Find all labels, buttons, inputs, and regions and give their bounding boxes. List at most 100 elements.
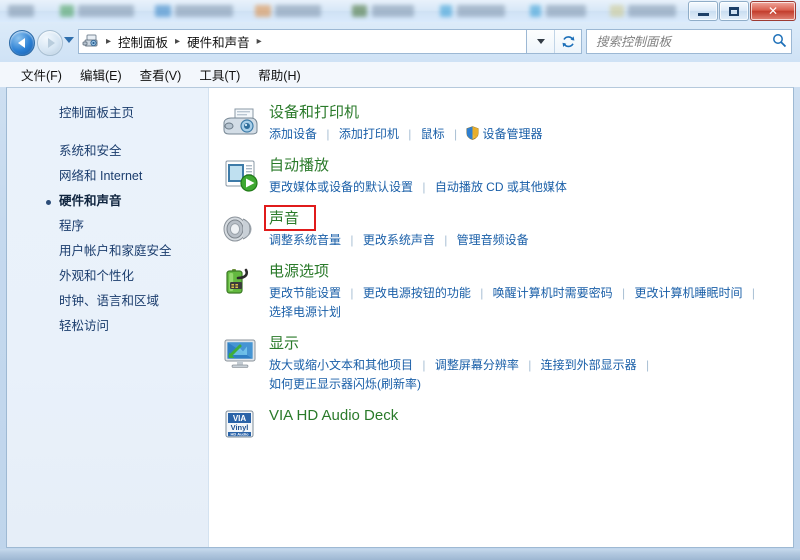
link-make-text-larger-or-smaller[interactable]: 放大或缩小文本和其他项目 (269, 358, 413, 372)
link-change-energy-saving-settings[interactable]: 更改节能设置 (269, 286, 341, 300)
sidebar-item-hardware-and-sound[interactable]: 硬件和声音 (7, 189, 208, 214)
obscured-titlebar-content (530, 5, 541, 17)
history-dropdown-icon[interactable] (64, 37, 74, 43)
control-panel-icon (82, 33, 100, 50)
category-links-sound: 调整系统音量 | 更改系统声音 | 管理音频设备 (269, 231, 529, 250)
link-require-password-on-wakeup[interactable]: 唤醒计算机时需要密码 (493, 286, 613, 300)
sidebar-item-network-and-internet[interactable]: 网络和 Internet (7, 164, 208, 189)
link-play-cds-or-other-media-automatically[interactable]: 自动播放 CD 或其他媒体 (435, 180, 567, 194)
bullet-icon (46, 200, 51, 205)
menu-item-view[interactable]: 查看(V) (131, 62, 191, 87)
sidebar: 控制面板主页 系统和安全 网络和 Internet 硬件和声音 程序 用户帐户和… (7, 88, 209, 547)
category-via-hd-audio-deck: VIA Vinyl HD Audio VIA HD Audio Deck (221, 405, 783, 445)
maximize-button[interactable] (719, 1, 749, 21)
link-change-what-power-buttons-do[interactable]: 更改电源按钮的功能 (363, 286, 471, 300)
category-title-power-options[interactable]: 电源选项 (269, 262, 329, 282)
link-device-manager[interactable]: 设备管理器 (482, 127, 542, 141)
link-adjust-system-volume[interactable]: 调整系统音量 (269, 233, 341, 247)
menu-bar: 文件(F) 编辑(E) 查看(V) 工具(T) 帮助(H) (0, 62, 800, 87)
obscured-titlebar-content (372, 5, 414, 17)
sidebar-item-appearance-and-personalization[interactable]: 外观和个性化 (7, 264, 208, 289)
link-change-when-computer-sleeps[interactable]: 更改计算机睡眠时间 (634, 286, 742, 300)
battery-plug-icon (221, 261, 261, 301)
category-list: 设备和打印机 添加设备 | 添加打印机 | 鼠标 | 设备管理器 自动播放 更改… (209, 88, 793, 547)
sidebar-item-system-and-security[interactable]: 系统和安全 (7, 139, 208, 164)
sound-title-highlight-wrapper: 声音 (264, 205, 316, 231)
category-title-via-hd-audio-deck[interactable]: VIA HD Audio Deck (269, 406, 398, 426)
category-title-devices-and-printers[interactable]: 设备和打印机 (269, 103, 359, 123)
window-bottom-edge (0, 549, 800, 560)
sidebar-item-clock-language-and-region[interactable]: 时钟、语言和区域 (7, 289, 208, 314)
printer-camera-icon (221, 102, 261, 142)
obscured-titlebar-content (155, 5, 171, 17)
link-separator: | (350, 233, 354, 247)
menu-item-tools[interactable]: 工具(T) (190, 62, 249, 87)
breadcrumb-item-hardware-and-sound[interactable]: 硬件和声音 (184, 30, 253, 53)
navigation-bar: ▸ 控制面板 ▸ 硬件和声音 ▸ (0, 22, 800, 62)
category-title-display[interactable]: 显示 (269, 334, 299, 354)
refresh-button[interactable] (555, 30, 581, 53)
via-vinyl-icon: VIA Vinyl HD Audio (221, 405, 261, 445)
link-separator: | (751, 286, 755, 300)
window-controls: ✕ (687, 1, 796, 21)
link-separator: | (454, 127, 458, 141)
obscured-titlebar-content (610, 5, 624, 17)
sidebar-item-ease-of-access[interactable]: 轻松访问 (7, 314, 208, 339)
link-adjust-screen-resolution[interactable]: 调整屏幕分辨率 (435, 358, 519, 372)
link-separator: | (646, 358, 650, 372)
link-separator: | (444, 233, 448, 247)
link-how-to-correct-monitor-flicker[interactable]: 如何更正显示器闪烁(刷新率) (269, 377, 421, 391)
link-add-device[interactable]: 添加设备 (269, 127, 317, 141)
category-autoplay: 自动播放 更改媒体或设备的默认设置 | 自动播放 CD 或其他媒体 (221, 155, 783, 197)
link-change-default-settings-for-media-or-devices[interactable]: 更改媒体或设备的默认设置 (269, 180, 413, 194)
close-button[interactable]: ✕ (750, 1, 796, 21)
link-mouse[interactable]: 鼠标 (421, 127, 445, 141)
content-area: 控制面板主页 系统和安全 网络和 Internet 硬件和声音 程序 用户帐户和… (6, 87, 794, 548)
link-change-system-sounds[interactable]: 更改系统声音 (363, 233, 435, 247)
arrow-right-icon (47, 38, 55, 48)
menu-item-edit[interactable]: 编辑(E) (71, 62, 131, 87)
category-title-sound[interactable]: 声音 (269, 209, 299, 229)
link-separator: | (528, 358, 532, 372)
link-separator: | (622, 286, 626, 300)
sidebar-item-programs[interactable]: 程序 (7, 214, 208, 239)
back-button[interactable] (9, 30, 35, 56)
chevron-down-icon[interactable] (527, 30, 555, 53)
shield-icon (466, 126, 480, 140)
link-choose-a-power-plan[interactable]: 选择电源计划 (269, 305, 341, 319)
breadcrumb[interactable]: ▸ 控制面板 ▸ 硬件和声音 ▸ (78, 29, 526, 54)
category-links-power-options: 更改节能设置 | 更改电源按钮的功能 | 唤醒计算机时需要密码 | 更改计算机睡… (269, 284, 761, 322)
category-links-autoplay: 更改媒体或设备的默认设置 | 自动播放 CD 或其他媒体 (269, 178, 567, 197)
category-display: 显示 放大或缩小文本和其他项目 | 调整屏幕分辨率 | 连接到外部显示器 | 如… (221, 333, 783, 394)
category-links-display: 放大或缩小文本和其他项目 | 调整屏幕分辨率 | 连接到外部显示器 | 如何更正… (269, 356, 655, 394)
monitor-icon (221, 333, 261, 373)
link-separator: | (422, 180, 426, 194)
obscured-titlebar-content (175, 5, 233, 17)
sidebar-item-control-panel-home[interactable]: 控制面板主页 (7, 101, 208, 126)
link-separator: | (480, 286, 484, 300)
link-manage-audio-devices[interactable]: 管理音频设备 (457, 233, 529, 247)
search-icon[interactable] (772, 33, 787, 51)
maximize-icon (729, 6, 739, 16)
svg-text:VIA: VIA (233, 414, 247, 423)
forward-button[interactable] (37, 30, 63, 56)
search-box[interactable] (586, 29, 792, 54)
control-panel-window: ✕ ▸ 控制面板 ▸ 硬件和声音 ▸ 搜索控制面板 文件(F) 编辑(E) 查看… (0, 0, 800, 560)
sidebar-item-user-accounts-and-family-safety[interactable]: 用户帐户和家庭安全 (7, 239, 208, 264)
category-links-devices-and-printers: 添加设备 | 添加打印机 | 鼠标 | 设备管理器 (269, 125, 543, 144)
link-separator: | (326, 127, 330, 141)
address-bar-controls (526, 29, 582, 54)
minimize-button[interactable] (688, 1, 718, 21)
category-title-autoplay[interactable]: 自动播放 (269, 156, 329, 176)
link-separator: | (422, 358, 426, 372)
menu-item-file[interactable]: 文件(F) (12, 62, 71, 87)
link-add-printer[interactable]: 添加打印机 (339, 127, 399, 141)
refresh-icon (562, 35, 574, 47)
link-connect-to-external-display[interactable]: 连接到外部显示器 (541, 358, 637, 372)
menu-item-help[interactable]: 帮助(H) (249, 62, 309, 87)
breadcrumb-item-control-panel[interactable]: 控制面板 (115, 30, 171, 53)
close-icon: ✕ (767, 4, 779, 18)
search-input[interactable] (594, 33, 772, 50)
obscured-titlebar-content (78, 5, 134, 17)
breadcrumb-separator[interactable]: ▸ (253, 36, 266, 47)
